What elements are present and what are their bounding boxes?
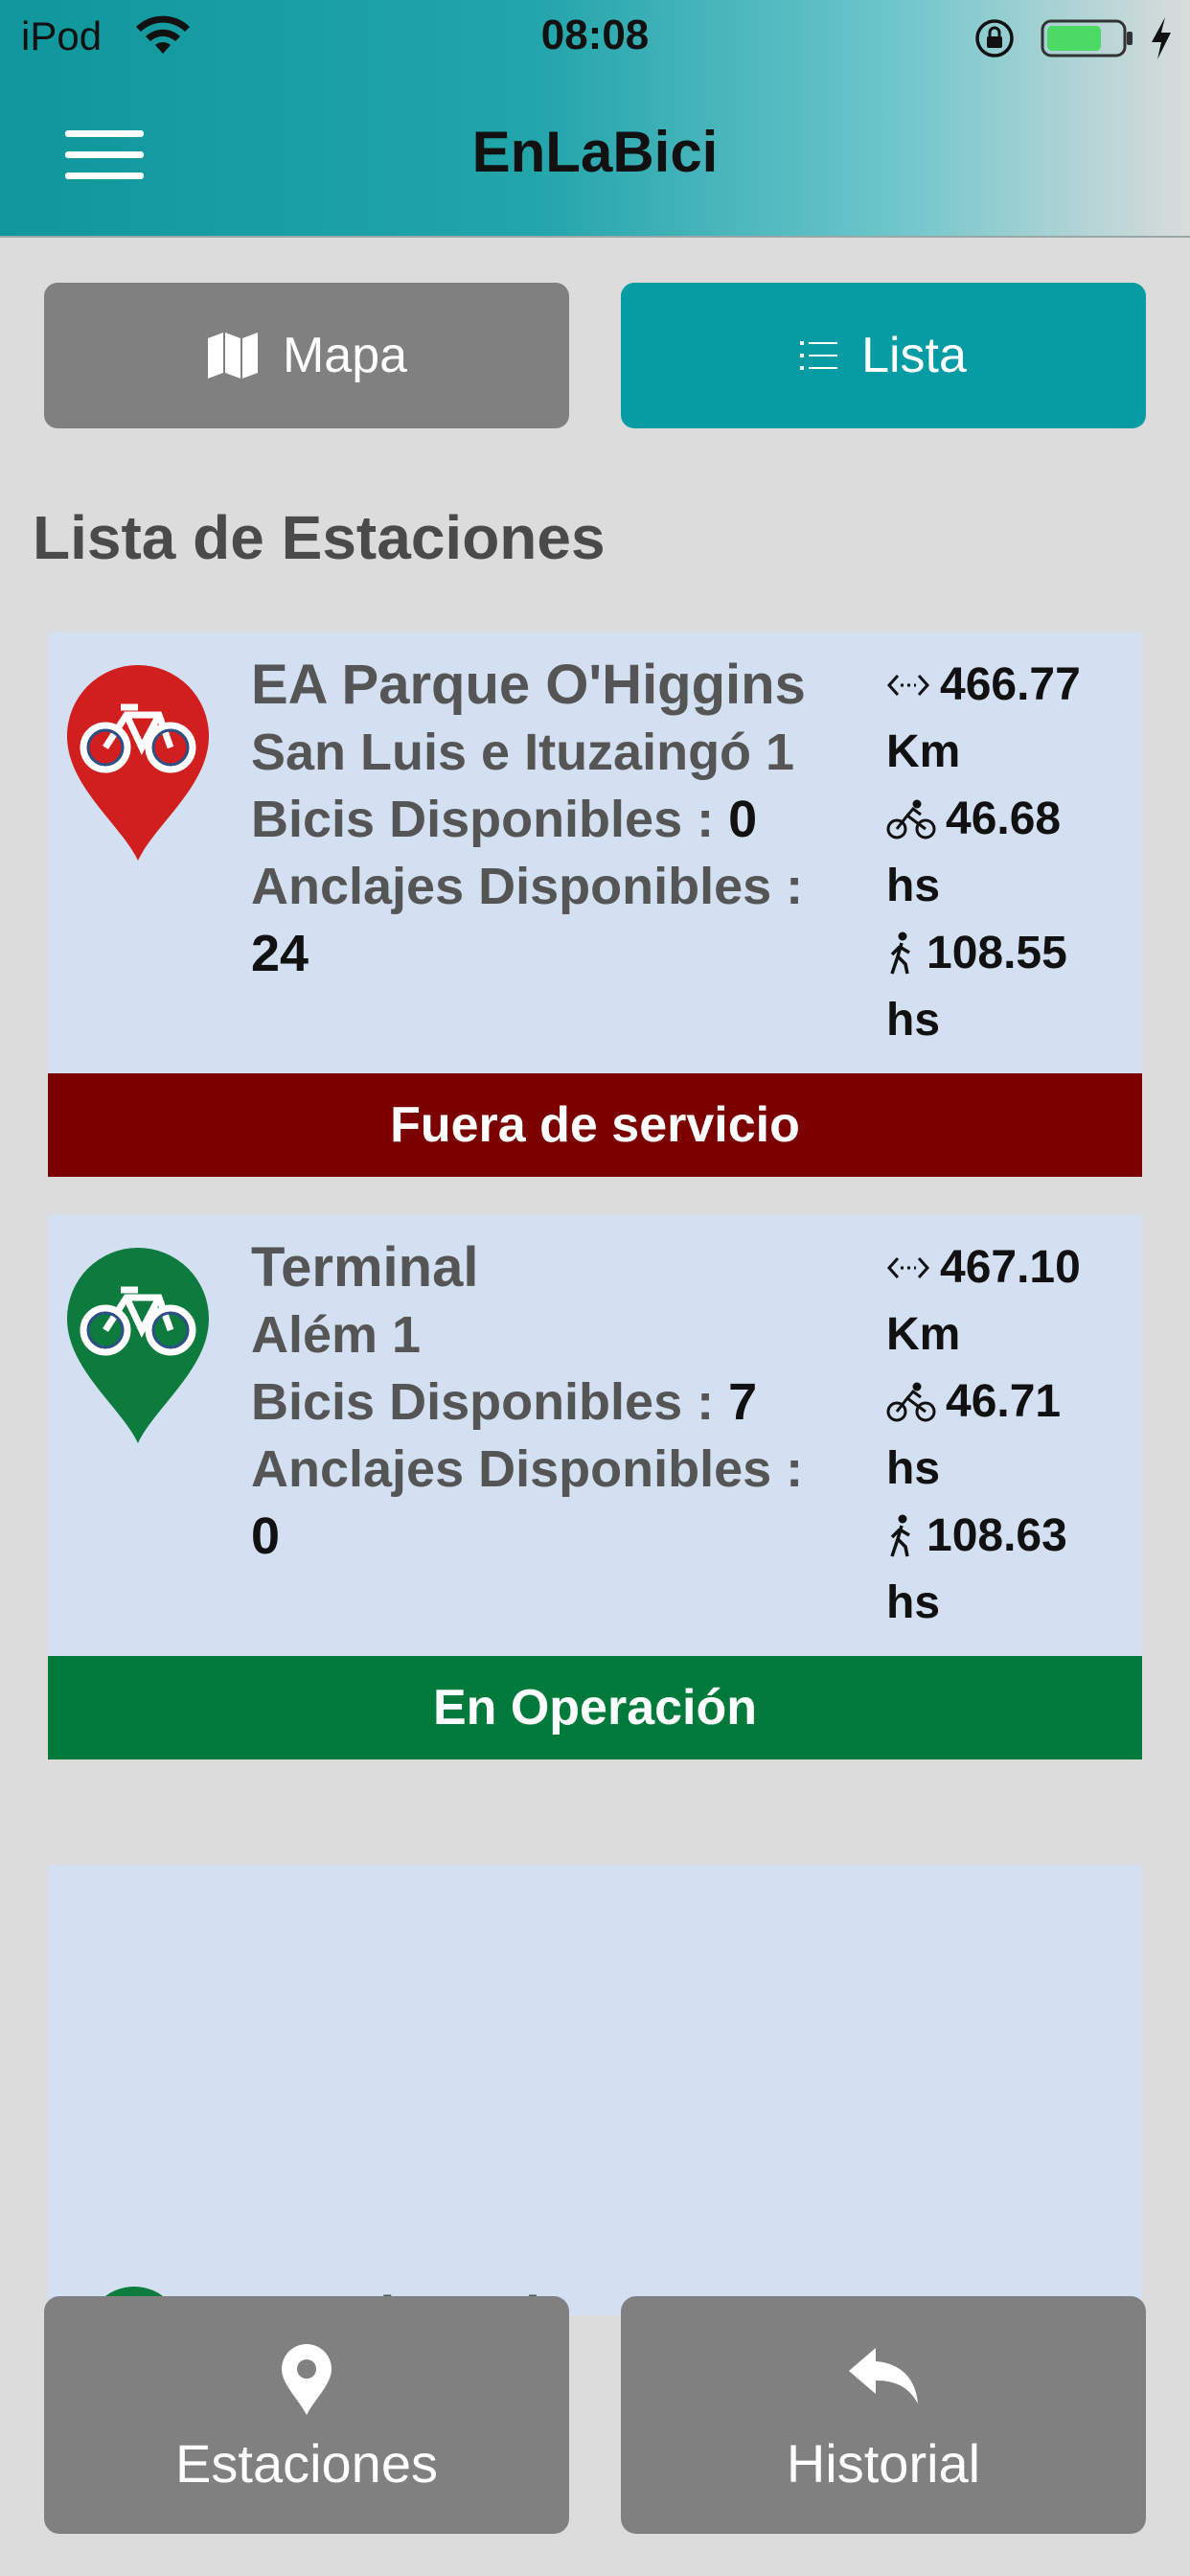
distance-unit: Km <box>886 1309 961 1360</box>
history-nav-button[interactable]: Historial <box>621 2296 1146 2534</box>
bike-time-row: 46.68 <box>886 786 1135 853</box>
station-metrics: 466.77 Km 46.68 hs 108.55 hs <box>886 652 1135 1054</box>
bike-time-row: 46.71 <box>886 1368 1135 1436</box>
bike-station-pin-icon <box>67 1248 209 1443</box>
distance-unit: Km <box>886 726 961 777</box>
status-badge: Fuera de servicio <box>48 1073 1142 1177</box>
map-view-button[interactable]: Mapa <box>44 283 569 428</box>
bikes-available-label: Bicis Disponibles : <box>251 1373 715 1431</box>
status-bar: iPod 08:08 <box>0 0 1190 77</box>
app-header: iPod 08:08 EnLaBici <box>0 0 1190 238</box>
walk-time-value: 108.55 <box>927 928 1067 978</box>
list-icon <box>800 341 838 370</box>
station-info: Terminal Além 1 Bicis Disponibles : 7 An… <box>251 1234 941 1570</box>
bike-time-value: 46.71 <box>946 1376 1062 1427</box>
station-metrics: 467.10 Km 46.71 hs 108.63 hs <box>886 1234 1135 1637</box>
walk-time-row: 108.63 <box>886 1503 1135 1570</box>
bike-time-value: 46.68 <box>946 794 1062 844</box>
station-info: EA Parque O'Higgins San Luis e Ituzaingó… <box>251 652 941 987</box>
docks-available-label: Anclajes Disponibles : <box>251 1440 804 1498</box>
walking-icon <box>890 932 910 975</box>
docks-available-value: 24 <box>251 925 309 982</box>
distance-row: 466.77 <box>886 652 1135 719</box>
cyclist-icon <box>886 799 936 840</box>
status-badge: En Operación <box>48 1656 1142 1760</box>
docks-available-label: Anclajes Disponibles : <box>251 858 804 915</box>
cyclist-icon <box>886 1382 936 1422</box>
location-pin-icon <box>282 2344 332 2415</box>
bikes-available-label: Bicis Disponibles : <box>251 791 715 848</box>
list-view-label: Lista <box>861 328 967 383</box>
bikes-available: Bicis Disponibles : 7 <box>251 1368 941 1436</box>
battery-icon <box>1041 19 1133 58</box>
distance-arrows-icon <box>886 1256 930 1279</box>
station-address: Além 1 <box>251 1306 422 1364</box>
bikes-available-value: 0 <box>728 791 758 848</box>
history-nav-label: Historial <box>786 2433 981 2494</box>
stations-nav-button[interactable]: Estaciones <box>44 2296 569 2534</box>
walk-time-unit: hs <box>886 995 941 1046</box>
reply-arrow-icon <box>849 2348 918 2404</box>
map-icon <box>207 333 258 379</box>
docks-available-value: 0 <box>251 1507 281 1565</box>
bikes-available: Bicis Disponibles : 0 <box>251 786 941 853</box>
charging-bolt-icon <box>1152 17 1171 59</box>
walk-time-unit: hs <box>886 1577 941 1628</box>
walking-icon <box>890 1514 910 1557</box>
map-view-label: Mapa <box>282 328 408 383</box>
station-address: San Luis e Ituzaingó 1 <box>251 724 795 781</box>
distance-row: 467.10 <box>886 1234 1135 1301</box>
station-card[interactable]: EA Alameda <box>48 1865 1142 2315</box>
rotation-lock-icon <box>975 19 1014 58</box>
bike-time-unit: hs <box>886 1443 941 1494</box>
distance-value: 467.10 <box>940 1242 1081 1293</box>
station-card[interactable]: EA Parque O'Higgins San Luis e Ituzaingó… <box>48 632 1142 1177</box>
walk-time-value: 108.63 <box>927 1510 1067 1561</box>
list-view-button[interactable]: Lista <box>621 283 1146 428</box>
bikes-available-value: 7 <box>728 1373 758 1431</box>
station-card[interactable]: Terminal Além 1 Bicis Disponibles : 7 An… <box>48 1215 1142 1760</box>
bike-station-pin-icon <box>67 665 209 861</box>
distance-value: 466.77 <box>940 659 1081 710</box>
distance-arrows-icon <box>886 674 930 697</box>
walk-time-row: 108.55 <box>886 920 1135 987</box>
station-name: Terminal <box>251 1236 479 1299</box>
bike-time-unit: hs <box>886 861 941 911</box>
station-name: EA Parque O'Higgins <box>251 654 806 716</box>
page-title: EnLaBici <box>471 120 719 184</box>
section-title: Lista de Estaciones <box>33 503 606 572</box>
stations-nav-label: Estaciones <box>175 2433 438 2494</box>
